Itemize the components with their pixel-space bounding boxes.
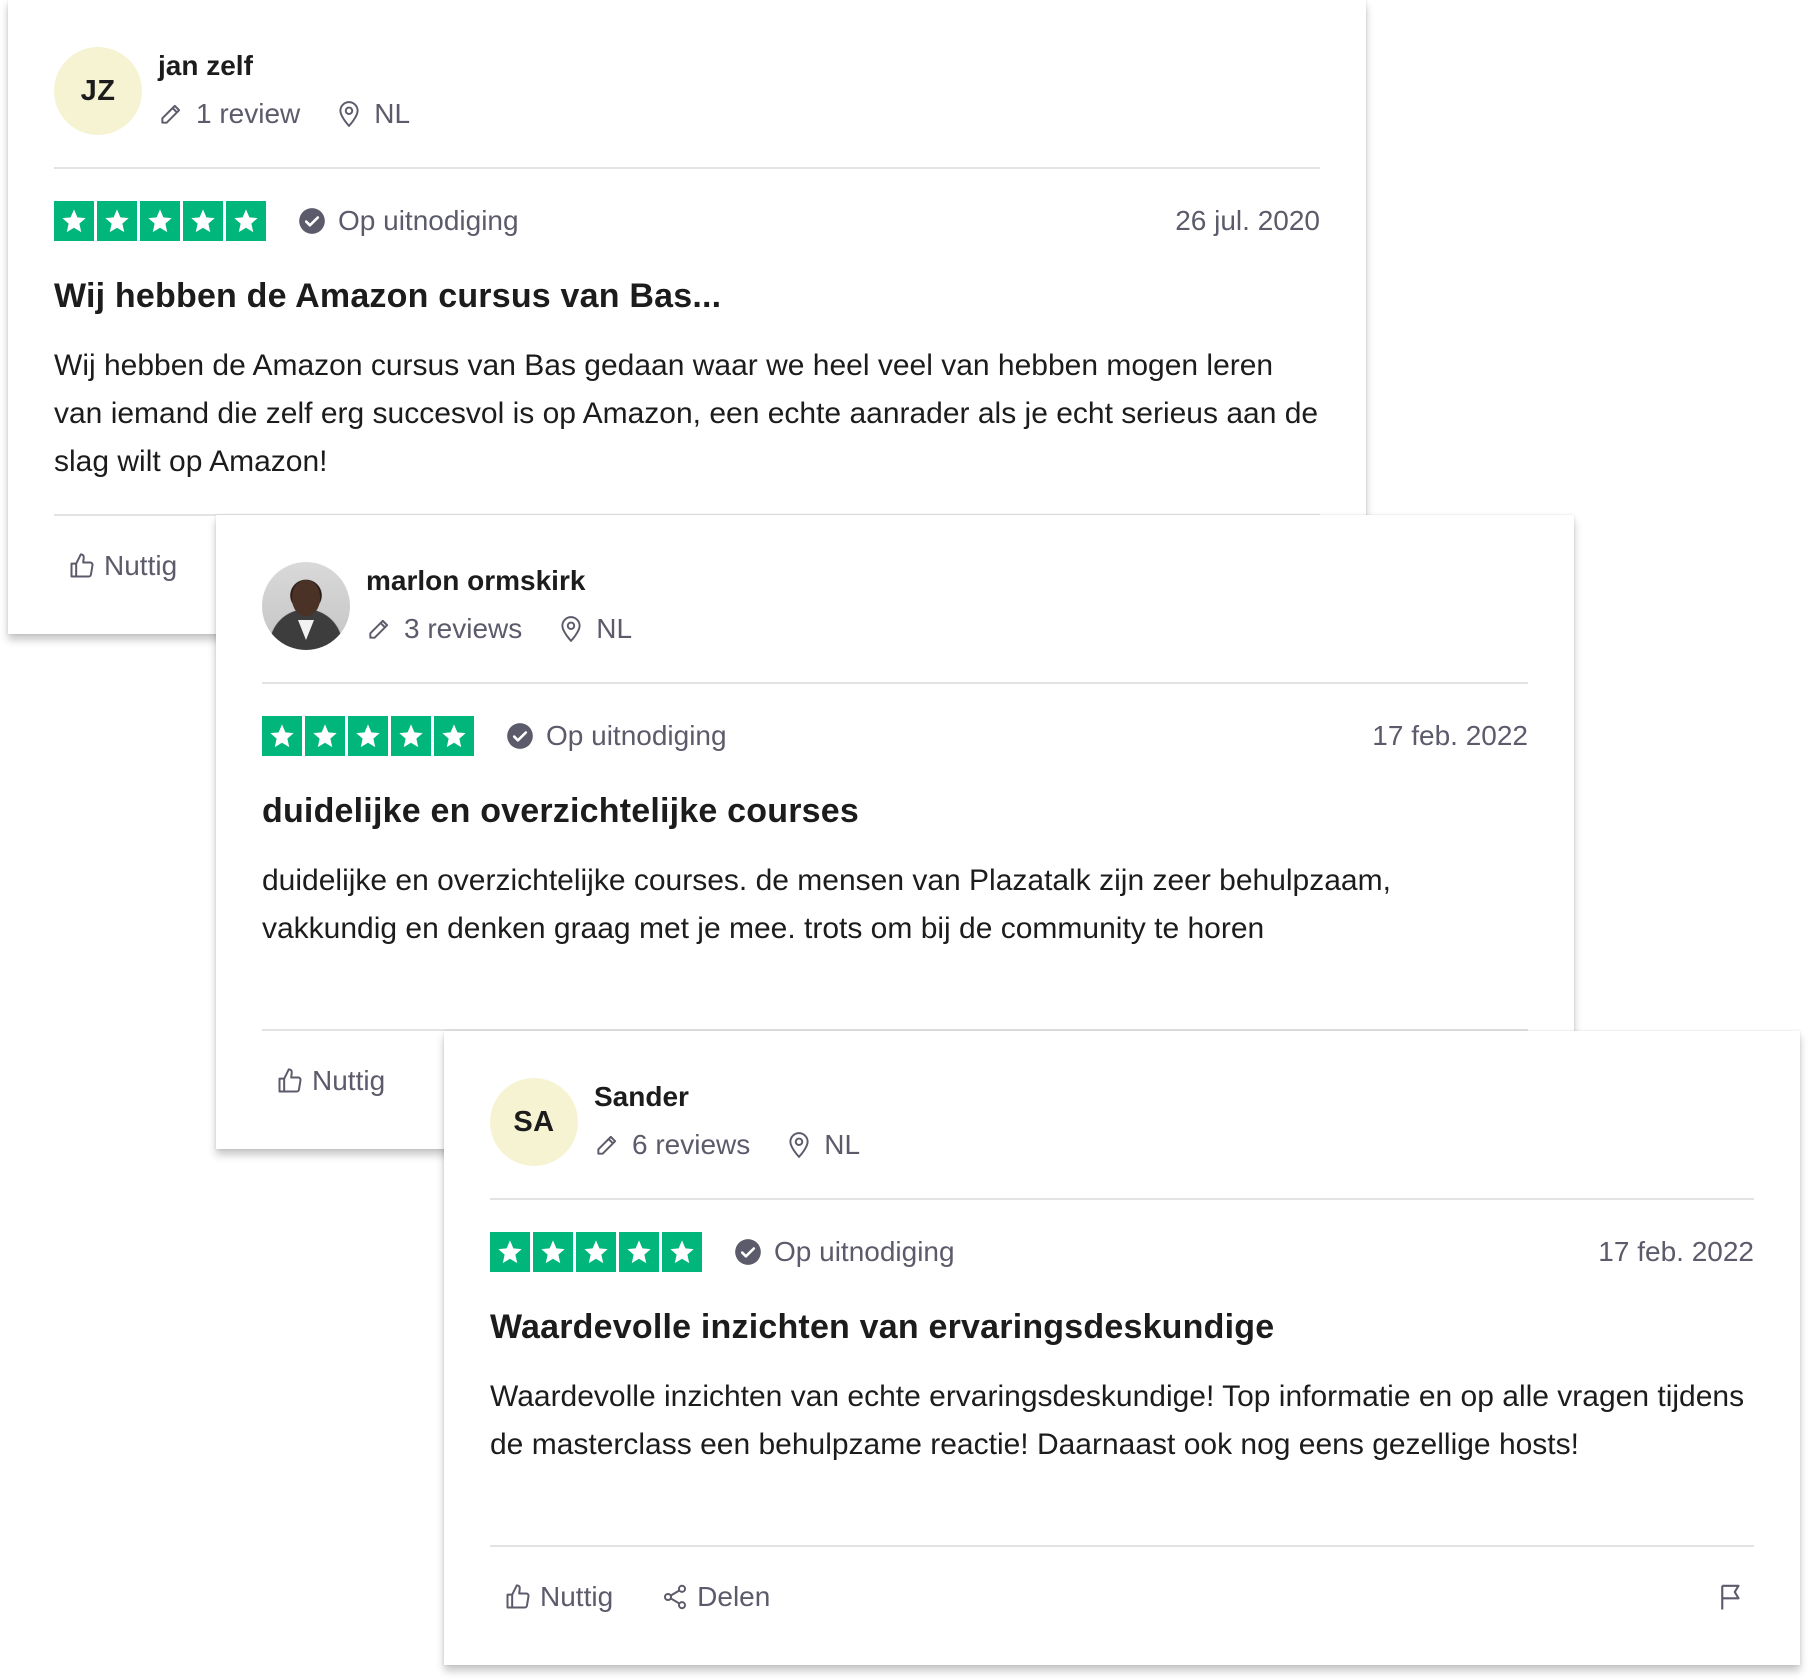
helpful-label: Nuttig [540, 1581, 614, 1612]
review-title[interactable]: Wij hebben de Amazon cursus van Bas... [54, 277, 1320, 316]
reviewer-name[interactable]: jan zelf [158, 50, 253, 82]
reviewer-meta: 3 reviews NL [366, 613, 668, 645]
rating-row: Op uitnodiging 26 jul. 2020 [54, 201, 1320, 241]
helpful-button[interactable]: Nuttig [276, 1065, 385, 1097]
star-icon [183, 201, 223, 241]
avatar[interactable] [262, 562, 350, 650]
rating-row: Op uitnodiging 17 feb. 2022 [490, 1232, 1754, 1272]
star-icon [97, 201, 137, 241]
star-icon [533, 1232, 573, 1272]
reviewer-meta: 1 review NL [158, 98, 446, 130]
review-title[interactable]: duidelijke en overzichtelijke courses [262, 792, 1528, 831]
divider [54, 167, 1320, 169]
thumbs-up-icon [506, 1584, 530, 1609]
star-icon [490, 1232, 530, 1272]
review-actions: Nuttig Delen [504, 1581, 1754, 1613]
verified-check-icon [299, 208, 325, 234]
review-body: Waardevolle inzichten van echte ervaring… [490, 1380, 1745, 1461]
reviewer-location: NL [336, 98, 410, 130]
divider [262, 682, 1528, 684]
review-body: duidelijke en overzichtelijke courses. d… [262, 864, 1391, 945]
star-icon [434, 716, 474, 756]
share-button[interactable]: Delen [661, 1581, 770, 1613]
divider [490, 1198, 1754, 1200]
share-label: Delen [697, 1581, 771, 1612]
country-label: NL [596, 613, 633, 644]
rating-row: Op uitnodiging 17 feb. 2022 [262, 716, 1528, 756]
star-icon [305, 716, 345, 756]
reviewer-location: NL [786, 1129, 860, 1161]
review-date: 26 jul. 2020 [1175, 205, 1320, 236]
helpful-button[interactable]: Nuttig [504, 1581, 613, 1613]
star-icon [576, 1232, 616, 1272]
review-count: 6 reviews [594, 1129, 750, 1161]
review-card: SA Sander 6 reviews NL Op uitnodiging 17… [444, 1031, 1800, 1665]
country-label: NL [824, 1129, 861, 1160]
avatar-photo-head [292, 580, 320, 616]
review-count-label: 3 reviews [404, 613, 523, 644]
review-count: 1 review [158, 98, 300, 130]
review-count: 3 reviews [366, 613, 522, 645]
helpful-label: Nuttig [312, 1065, 386, 1096]
thumbs-up-icon [70, 553, 94, 578]
star-rating [490, 1232, 705, 1272]
star-rating [262, 716, 477, 756]
report-flag-button[interactable] [1716, 1582, 1754, 1612]
review-date: 17 feb. 2022 [1598, 1236, 1754, 1267]
avatar[interactable]: SA [490, 1078, 578, 1166]
star-icon [662, 1232, 702, 1272]
location-pin-icon [561, 616, 581, 643]
star-icon [54, 201, 94, 241]
divider [490, 1545, 1754, 1547]
reviewer-meta: 6 reviews NL [594, 1129, 896, 1161]
verification-badge[interactable]: Op uitnodiging [734, 1236, 955, 1268]
star-icon [348, 716, 388, 756]
review-date: 17 feb. 2022 [1372, 720, 1528, 751]
reviewer-location: NL [558, 613, 632, 645]
review-title[interactable]: Waardevolle inzichten van ervaringsdesku… [490, 1308, 1754, 1347]
star-icon [140, 201, 180, 241]
verification-badge[interactable]: Op uitnodiging [506, 720, 727, 752]
verified-check-icon [507, 723, 533, 749]
verification-label: Op uitnodiging [546, 720, 727, 751]
reviewer-name[interactable]: marlon ormskirk [366, 565, 585, 597]
helpful-label: Nuttig [104, 550, 178, 581]
country-label: NL [374, 98, 411, 129]
pencil-icon [597, 1135, 617, 1155]
star-icon [226, 201, 266, 241]
share-icon [664, 1584, 687, 1610]
star-icon [619, 1232, 659, 1272]
flag-icon [1721, 1584, 1740, 1610]
verification-label: Op uitnodiging [774, 1236, 955, 1267]
reviewer-name[interactable]: Sander [594, 1081, 689, 1113]
star-icon [391, 716, 431, 756]
star-icon [262, 716, 302, 756]
location-pin-icon [339, 101, 359, 128]
verification-badge[interactable]: Op uitnodiging [298, 205, 519, 237]
verification-label: Op uitnodiging [338, 205, 519, 236]
review-body: Wij hebben de Amazon cursus van Bas geda… [54, 349, 1319, 478]
verified-check-icon [735, 1239, 761, 1265]
location-pin-icon [789, 1132, 809, 1159]
review-count-label: 1 review [196, 98, 301, 129]
pencil-icon [369, 619, 389, 639]
review-count-label: 6 reviews [632, 1129, 751, 1160]
thumbs-up-icon [278, 1068, 302, 1093]
helpful-button[interactable]: Nuttig [68, 550, 177, 582]
avatar[interactable]: JZ [54, 47, 142, 135]
avatar-photo-collar [298, 620, 314, 640]
star-rating [54, 201, 269, 241]
pencil-icon [161, 104, 181, 124]
